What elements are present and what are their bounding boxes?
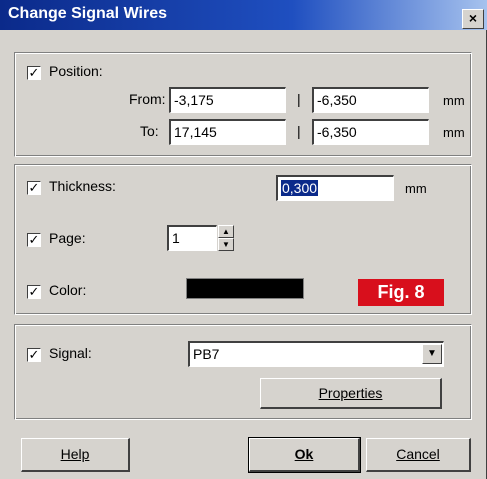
color-checkbox[interactable]: ✓	[27, 285, 41, 299]
to-label: To:	[140, 123, 159, 139]
page-checkbox[interactable]: ✓	[27, 233, 41, 247]
page-label: Page:	[49, 230, 86, 246]
page-decrement-button[interactable]: ▼	[218, 238, 234, 251]
from-unit-label: mm	[443, 93, 465, 108]
figure-badge: Fig. 8	[358, 279, 444, 306]
signal-group: ✓ Signal: PB7 ▼ Properties	[14, 324, 472, 420]
to-y-input[interactable]: -6,350	[312, 119, 429, 145]
page-increment-button[interactable]: ▲	[218, 225, 234, 238]
position-checkbox[interactable]: ✓	[27, 66, 41, 80]
chevron-up-icon: ▲	[222, 227, 230, 236]
from-separator: |	[297, 91, 301, 107]
position-group: ✓ Position: From: -3,175 | -6,350 mm To:…	[14, 52, 472, 157]
signal-select-value: PB7	[193, 346, 220, 362]
signal-checkbox[interactable]: ✓	[27, 348, 41, 362]
thickness-input[interactable]: 0,300	[276, 175, 394, 201]
color-swatch[interactable]	[186, 278, 304, 299]
thickness-checkbox[interactable]: ✓	[27, 181, 41, 195]
from-y-input[interactable]: -6,350	[312, 87, 429, 113]
properties-button-label: Properties	[318, 385, 383, 401]
help-button[interactable]: Help	[21, 438, 130, 472]
thickness-unit-label: mm	[405, 181, 427, 196]
window-title: Change Signal Wires	[8, 5, 167, 22]
ok-button[interactable]: Ok	[248, 437, 361, 473]
help-button-label: Help	[60, 446, 90, 462]
to-separator: |	[297, 123, 301, 139]
color-label: Color:	[49, 282, 87, 298]
thickness-label: Thickness:	[49, 178, 116, 194]
to-unit-label: mm	[443, 125, 465, 140]
to-x-input[interactable]: 17,145	[169, 119, 286, 145]
signal-select[interactable]: PB7	[188, 341, 444, 367]
title-bar[interactable]: Change Signal Wires ×	[0, 0, 487, 30]
page-input[interactable]: 1	[167, 225, 217, 251]
signal-label: Signal:	[49, 345, 92, 361]
from-label: From:	[129, 91, 166, 107]
position-label: Position:	[49, 63, 103, 79]
cancel-button-label: Cancel	[396, 446, 440, 462]
properties-button[interactable]: Properties	[260, 378, 442, 409]
signal-dropdown-button[interactable]: ▼	[422, 344, 442, 364]
ok-button-label: Ok	[294, 446, 314, 462]
change-signal-wires-dialog: Change Signal Wires × ✓ Position: From: …	[0, 0, 487, 479]
from-x-input[interactable]: -3,175	[169, 87, 286, 113]
chevron-down-icon: ▼	[427, 348, 437, 359]
close-button[interactable]: ×	[462, 9, 484, 29]
thickness-value: 0,300	[281, 180, 319, 196]
attributes-group: ✓ Thickness: 0,300 mm ✓ Page: 1 ▲ ▼ ✓ Co…	[14, 164, 472, 315]
close-icon: ×	[468, 10, 478, 26]
chevron-down-icon: ▼	[222, 240, 230, 249]
cancel-button[interactable]: Cancel	[366, 438, 471, 472]
